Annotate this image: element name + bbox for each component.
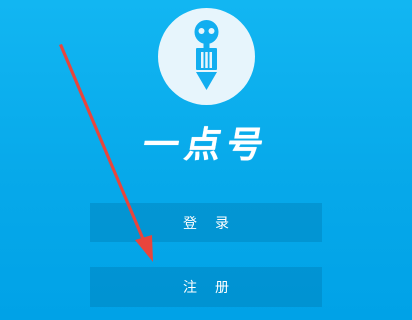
- welcome-screen: 一点号 登录 注册: [0, 0, 412, 320]
- register-button[interactable]: 注册: [90, 267, 322, 307]
- app-logo: [158, 8, 255, 105]
- pencil-robot-icon: [194, 20, 219, 90]
- login-button[interactable]: 登录: [90, 203, 322, 242]
- brand-name: 一点号: [139, 125, 273, 166]
